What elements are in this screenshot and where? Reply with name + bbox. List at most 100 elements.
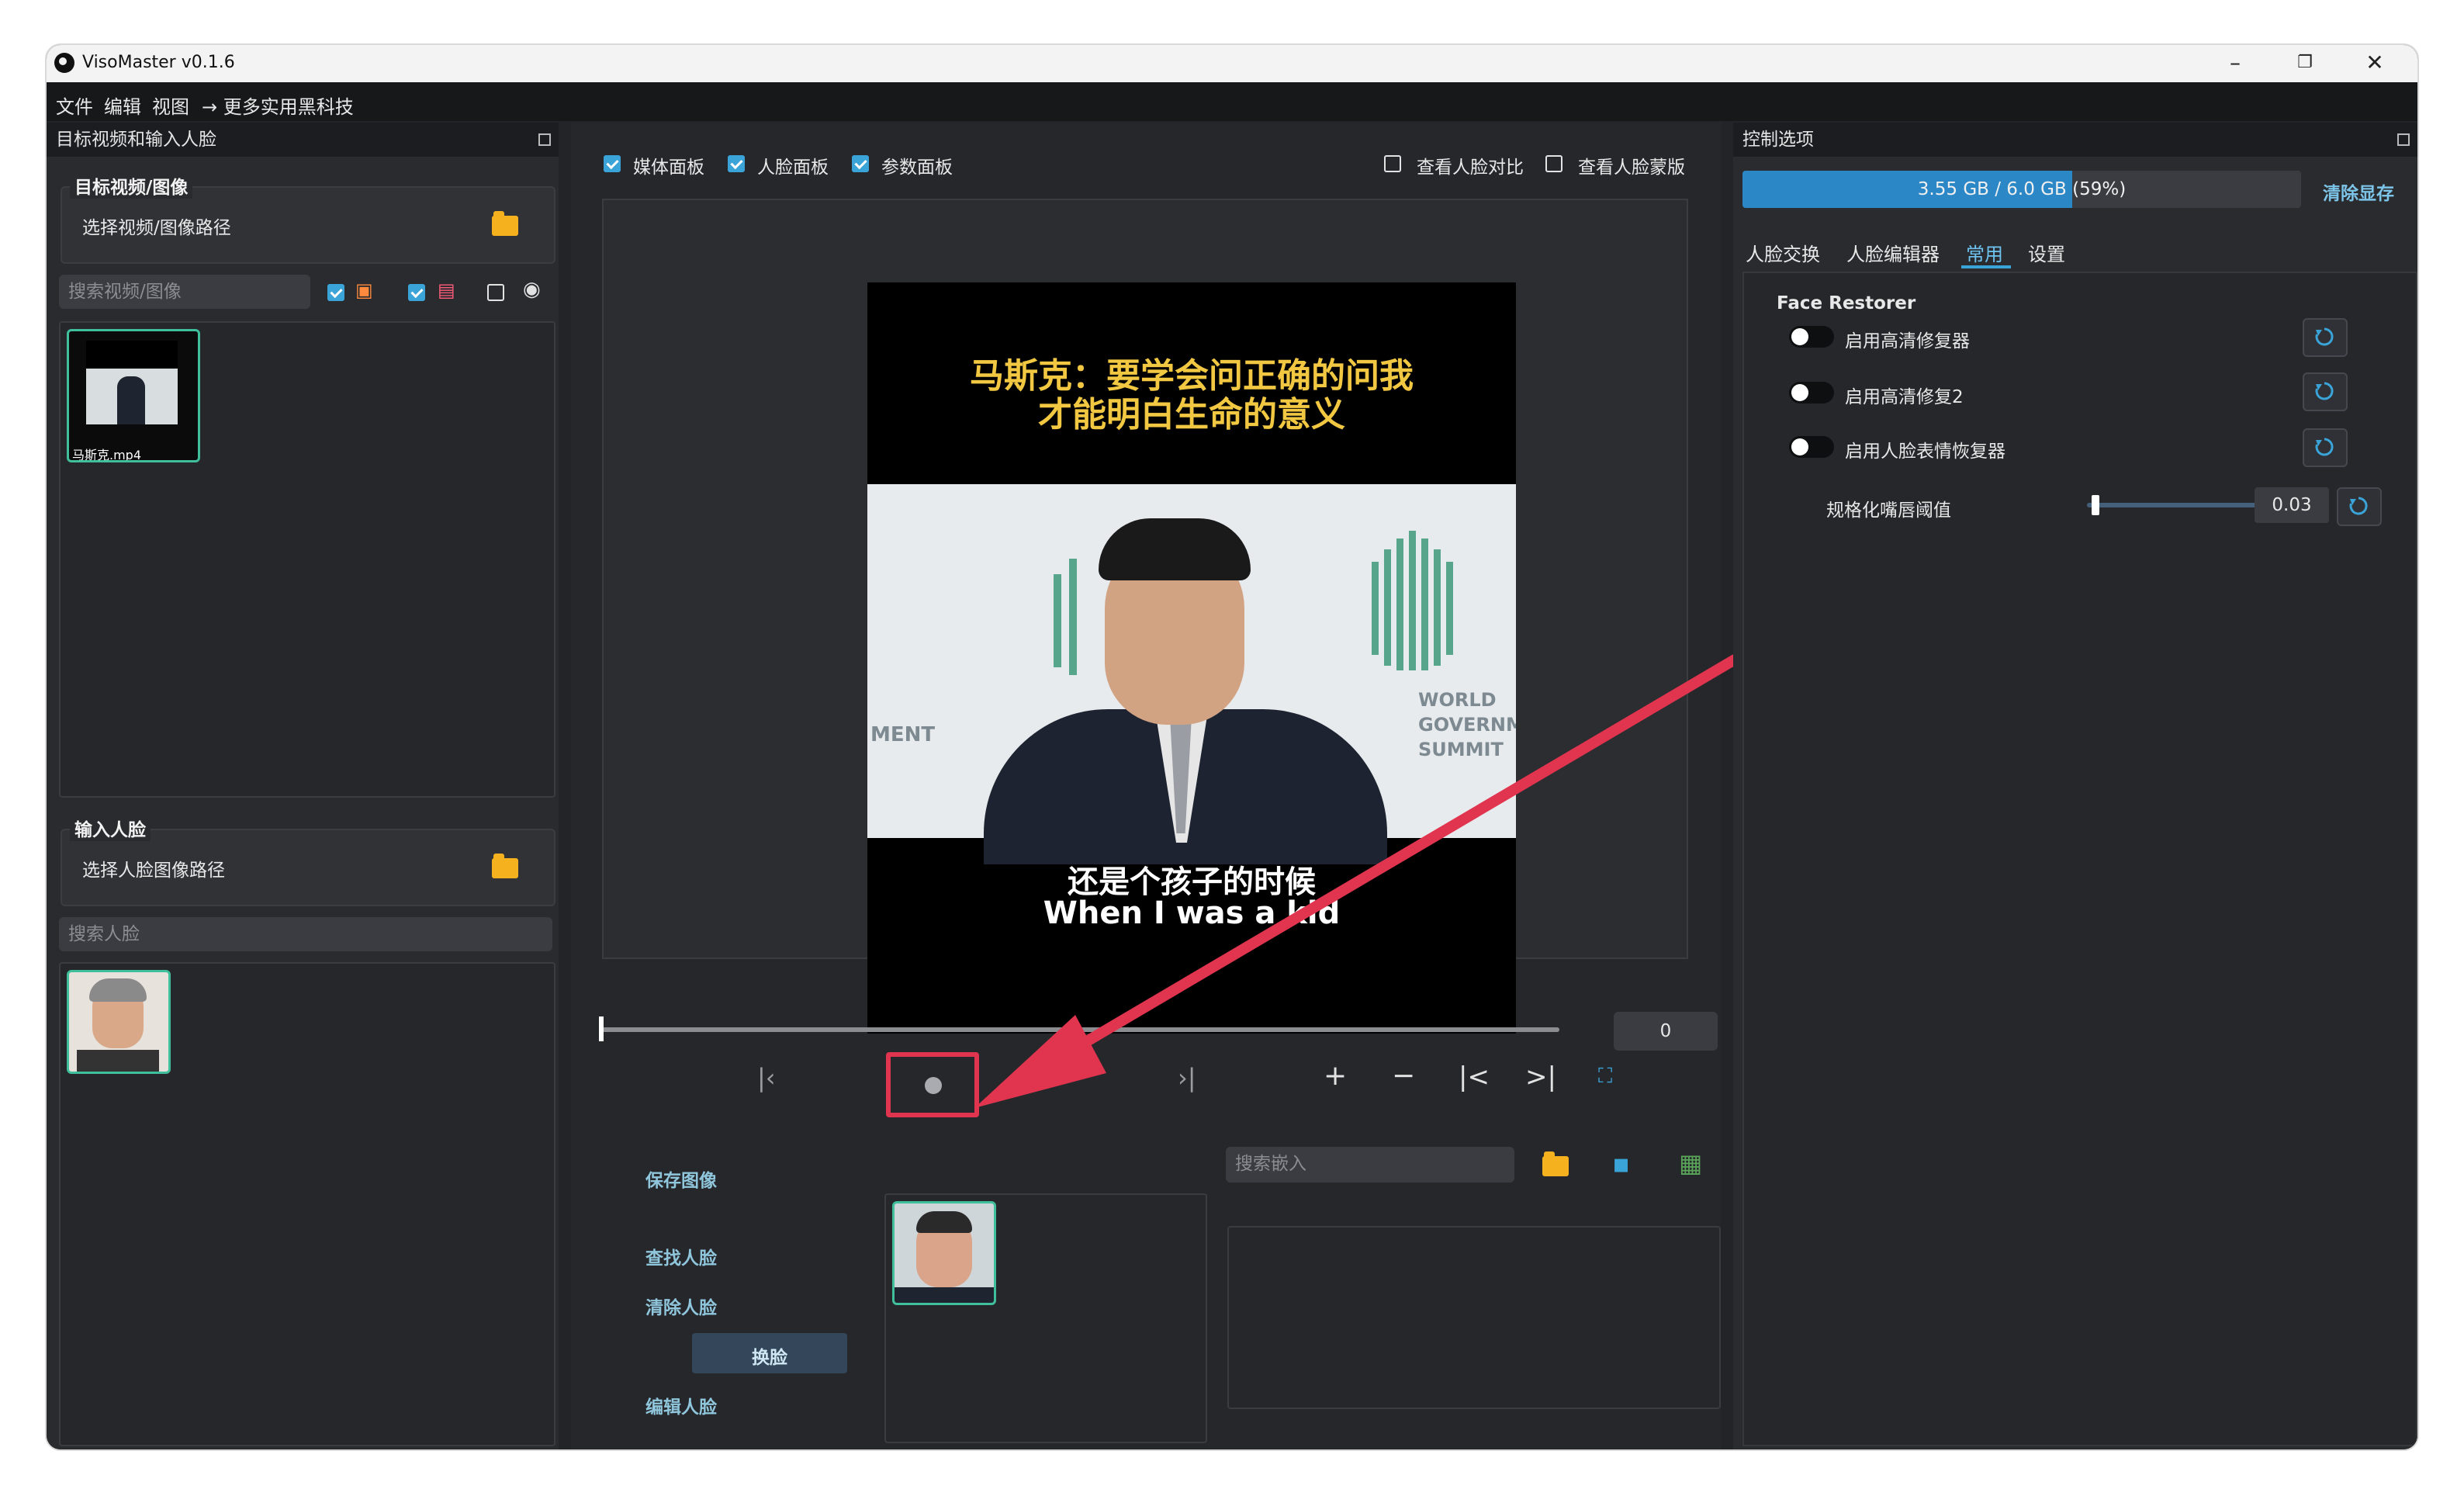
face-folder-icon[interactable] [492, 854, 518, 878]
menu-view[interactable]: 视图 [152, 92, 189, 119]
expression-restorer-reset-button[interactable] [2303, 428, 2348, 467]
select-video-label: 选择视频/图像路径 [82, 218, 231, 238]
target-face-suit [895, 1287, 994, 1303]
left-dock-title: 目标视频和输入人脸 [56, 130, 216, 150]
speaker-hair [1099, 518, 1251, 580]
left-dock-header: 目标视频和输入人脸 [47, 123, 559, 157]
tab-face-swap[interactable]: 人脸交换 [1746, 239, 1820, 266]
active-tab-underline [1961, 265, 2011, 268]
mask-checkbox[interactable] [1545, 155, 1562, 172]
record-button[interactable] [925, 1077, 942, 1094]
compare-checkbox[interactable] [1384, 155, 1401, 172]
search-face-input[interactable]: 搜索人脸 [59, 917, 552, 951]
import-embedding-icon[interactable]: ▦ [1679, 1148, 1702, 1178]
expression-restorer-toggle[interactable] [1789, 436, 1834, 458]
video-filter-checkbox[interactable] [327, 284, 344, 301]
restorer2-label: 启用高清修复2 [1845, 387, 1964, 407]
save-image-button[interactable]: 保存图像 [619, 1165, 743, 1192]
close-button[interactable]: ✕ [2340, 45, 2410, 82]
menu-edit[interactable]: 编辑 [104, 92, 141, 119]
expression-restorer-label: 启用人脸表情恢复器 [1845, 442, 2005, 462]
lip-threshold-handle[interactable] [2092, 495, 2099, 515]
menu-file[interactable]: 文件 [56, 92, 93, 119]
swap-faces-button[interactable]: 换脸 [708, 1342, 832, 1369]
face-restorer-title: Face Restorer [1777, 293, 1916, 313]
tab-common[interactable]: 常用 [1966, 239, 2003, 266]
lip-threshold-value[interactable]: 0.03 [2255, 487, 2329, 523]
vram-percent-label: (59%) [2072, 179, 2127, 199]
target-group-title: 目标视频/图像 [70, 172, 193, 199]
input-face-hair [89, 978, 147, 1002]
title-bar: VisoMaster v0.1.6 – ❐ ✕ [47, 45, 2417, 82]
reset-icon [2315, 382, 2334, 400]
image-filter-icon: ▤ [438, 279, 455, 301]
center-panel: 媒体面板 人脸面板 参数面板 查看人脸对比 查看人脸蒙版 马斯克：要学会问正确的… [571, 123, 1740, 1449]
webcam-icon: ◉ [523, 278, 541, 301]
restorer2-reset-button[interactable] [2303, 372, 2348, 411]
right-panel: 控制选项 3.55 GB / 6.0 GB (59%) 清除显存 人脸交换 人脸… [1733, 123, 2417, 1449]
media-panel-label: 媒体面板 [633, 158, 704, 178]
right-dock-title: 控制选项 [1742, 130, 1814, 150]
compare-label: 查看人脸对比 [1417, 158, 1524, 178]
window-title: VisoMaster v0.1.6 [82, 53, 235, 72]
left-panel: 目标视频和输入人脸 目标视频/图像 选择视频/图像路径 搜索视频/图像 ▣ ▤ … [47, 123, 559, 1449]
vram-usage-label: 3.55 GB / 6.0 GB [1917, 179, 2067, 199]
video-thumbnail[interactable]: 马斯克.mp4 [67, 329, 200, 462]
thumb-frame [86, 369, 178, 424]
restorer2-toggle[interactable] [1789, 382, 1834, 403]
tab-face-editor[interactable]: 人脸编辑器 [1846, 239, 1940, 266]
vram-progress-bar: 3.55 GB / 6.0 GB (59%) [1742, 171, 2301, 208]
vram-progress-text: 3.55 GB / 6.0 GB (59%) [1742, 171, 2301, 208]
video-title-line2: 才能明白生命的意义 [1038, 395, 1345, 435]
right-undock-icon[interactable] [2397, 133, 2410, 146]
folder-icon[interactable] [492, 211, 518, 236]
load-embedding-folder-icon[interactable] [1542, 1151, 1569, 1176]
annotation-arrow-icon [974, 654, 1740, 1108]
edit-faces-button[interactable]: 编辑人脸 [619, 1392, 743, 1418]
lip-threshold-reset-button[interactable] [2337, 487, 2382, 526]
target-face-hair [916, 1211, 972, 1233]
input-face-thumbnail[interactable] [67, 970, 171, 1074]
sign-left-text: MENT [870, 723, 936, 746]
target-face-thumbnail[interactable] [892, 1201, 996, 1305]
restorer1-label: 启用高清修复器 [1845, 331, 1970, 351]
embedding-search-input[interactable]: 搜索嵌入 [1226, 1147, 1514, 1183]
mask-label: 查看人脸蒙版 [1578, 158, 1685, 178]
right-dock-header: 控制选项 [1733, 123, 2417, 157]
reset-icon [2315, 438, 2334, 456]
menu-bar: 文件 编辑 视图 → 更多实用黑科技 [47, 82, 2417, 121]
save-embedding-icon[interactable]: ▪ [1612, 1148, 1630, 1179]
restorer1-reset-button[interactable] [2303, 318, 2348, 357]
minimize-button[interactable]: – [2200, 45, 2270, 82]
undock-icon[interactable] [538, 133, 551, 146]
restore-button[interactable]: ❐ [2270, 45, 2340, 82]
reset-icon [2315, 327, 2334, 346]
find-faces-button[interactable]: 查找人脸 [619, 1243, 743, 1269]
media-panel-checkbox[interactable] [604, 155, 621, 172]
tab-settings[interactable]: 设置 [2028, 239, 2065, 266]
menu-more[interactable]: → 更多实用黑科技 [202, 92, 354, 119]
param-panel-checkbox[interactable] [852, 155, 869, 172]
input-face-group-title: 输入人脸 [70, 815, 151, 841]
face-panel-checkbox[interactable] [728, 155, 745, 172]
clear-faces-button[interactable]: 清除人脸 [619, 1293, 743, 1319]
merged-embeddings-list [1227, 1226, 1721, 1409]
timeline-handle[interactable] [599, 1016, 604, 1041]
prev-marker-icon[interactable]: |‹ [757, 1063, 776, 1093]
clear-vram-button[interactable]: 清除显存 [2323, 178, 2394, 205]
video-file-name: 马斯克.mp4 [72, 448, 142, 462]
video-filter-icon: ▣ [355, 279, 373, 301]
face-panel-label: 人脸面板 [757, 158, 829, 178]
thumb-caption-bar [86, 341, 178, 369]
app-logo-icon [54, 53, 74, 73]
search-video-input[interactable]: 搜索视频/图像 [59, 275, 310, 309]
image-filter-checkbox[interactable] [408, 284, 425, 301]
app-window: VisoMaster v0.1.6 – ❐ ✕ 文件 编辑 视图 → 更多实用黑… [47, 45, 2417, 1449]
webcam-filter-checkbox[interactable] [487, 284, 504, 301]
thumb-person [117, 376, 145, 424]
param-panel-label: 参数面板 [881, 158, 953, 178]
reset-icon [2349, 497, 2368, 515]
select-face-label: 选择人脸图像路径 [82, 861, 225, 881]
restorer1-toggle[interactable] [1789, 326, 1834, 348]
lip-threshold-label: 规格化嘴唇阈值 [1826, 500, 1951, 521]
